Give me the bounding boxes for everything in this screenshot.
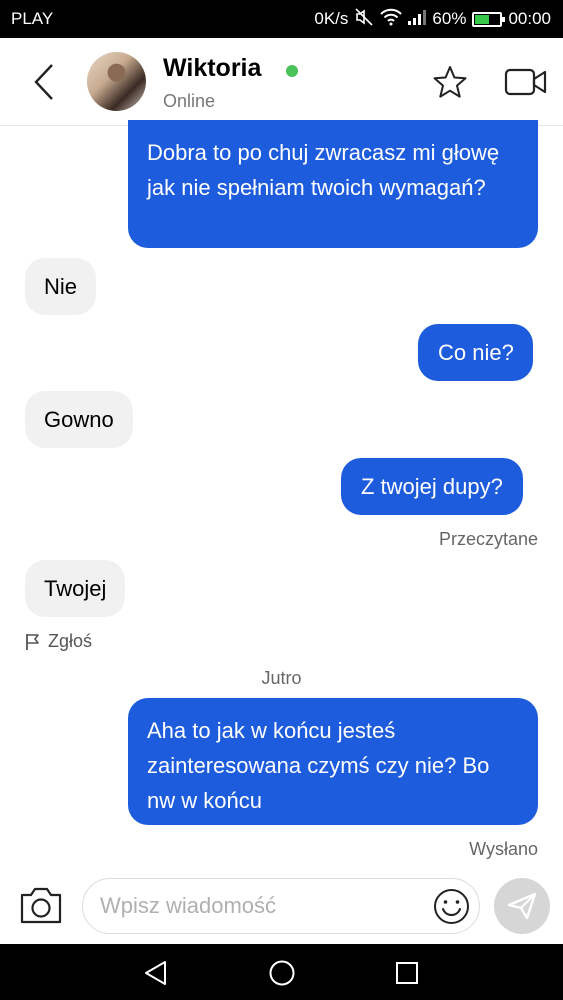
emoji-button[interactable] — [433, 888, 470, 925]
status-icons: 0K/s 60% 00:00 — [308, 6, 551, 32]
emoji-icon — [434, 889, 469, 924]
mute-icon — [354, 7, 374, 31]
network-speed: 0K/s — [314, 9, 349, 28]
avatar[interactable] — [87, 52, 146, 111]
star-icon — [433, 66, 467, 98]
outgoing-message[interactable]: Aha to jak w końcu jesteś zainteresowana… — [128, 698, 538, 825]
nav-recents-icon[interactable] — [395, 961, 419, 985]
send-button[interactable] — [494, 878, 550, 934]
message-input[interactable] — [82, 878, 480, 934]
contact-name[interactable]: Wiktoria — [163, 54, 261, 83]
sent-receipt: Wysłano — [469, 839, 538, 859]
battery-fill — [475, 14, 490, 24]
signal-icon — [408, 9, 427, 30]
clock: 00:00 — [508, 9, 551, 28]
camera-button[interactable] — [18, 884, 64, 926]
back-button[interactable] — [24, 58, 64, 106]
battery-icon — [472, 11, 506, 27]
battery-percent: 60% — [432, 9, 467, 28]
system-nav-bar — [0, 944, 563, 1000]
message-composer — [0, 868, 563, 944]
favorite-button[interactable] — [432, 64, 468, 100]
incoming-message[interactable]: Twojej — [25, 560, 126, 617]
status-bar: PLAY 0K/s 60% 00:00 — [0, 0, 563, 38]
incoming-message[interactable]: Nie — [25, 258, 97, 315]
video-camera-icon — [504, 68, 547, 96]
contact-status: Online — [163, 91, 216, 111]
online-indicator — [286, 65, 298, 77]
nav-back-icon[interactable] — [143, 960, 169, 986]
chevron-left-icon — [34, 64, 53, 100]
read-receipt: Przeczytane — [438, 529, 538, 549]
outgoing-message[interactable]: Dobra to po chuj zwracasz mi głowę jak n… — [128, 120, 538, 248]
outgoing-message[interactable]: Z twojej dupy? — [341, 458, 523, 515]
incoming-message[interactable]: Gowno — [25, 391, 133, 448]
send-icon — [507, 892, 537, 920]
report-label: Zgłoś — [48, 631, 93, 651]
chat-header: Wiktoria Online — [0, 38, 563, 126]
wifi-icon — [380, 8, 403, 31]
nav-home-icon[interactable] — [268, 959, 296, 987]
report-button[interactable]: Zgłoś — [25, 631, 92, 652]
carrier-name: PLAY — [11, 9, 54, 28]
camera-icon — [20, 887, 62, 924]
outgoing-message[interactable]: Co nie? — [418, 324, 533, 381]
day-separator: Jutro — [261, 668, 302, 688]
flag-icon — [26, 633, 39, 650]
video-call-button[interactable] — [504, 66, 548, 98]
